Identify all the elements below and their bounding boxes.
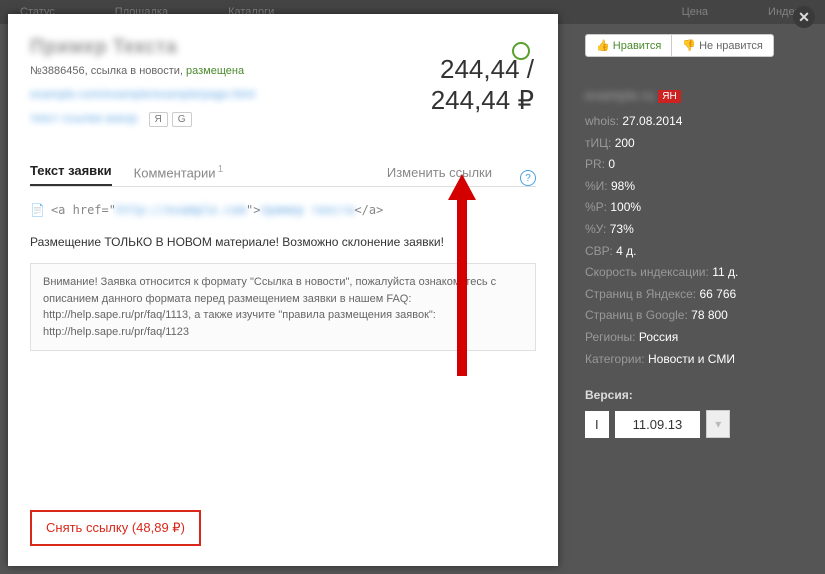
site-title-row: example.ru ЯН [585, 87, 803, 103]
side-panel: Нравится Не нравится example.ru ЯН whois:… [575, 24, 813, 448]
site-name: example.ru [585, 87, 654, 103]
google-pages-value: 78 800 [691, 308, 728, 322]
pi-value: 98% [611, 179, 635, 193]
regions-value: Россия [639, 330, 678, 344]
tab-request-text[interactable]: Текст заявки [30, 157, 112, 186]
version-dropdown-icon[interactable]: ▾ [706, 410, 730, 438]
tic-value: 200 [615, 136, 635, 150]
pp-value: 100% [610, 200, 641, 214]
regions-label: Регионы: [585, 330, 636, 344]
code-close: </a> [354, 203, 383, 217]
code-snippet: 📄 <a href="http://example.com">пример тек… [30, 203, 536, 217]
yandex-pages-label: Страниц в Яндексе: [585, 287, 696, 301]
svr-label: СВР: [585, 244, 613, 258]
code-mid: "> [246, 203, 260, 217]
pr-label: PR: [585, 157, 605, 171]
pp-label: %P: [585, 200, 607, 214]
like-group: Нравится Не нравится [585, 34, 774, 57]
modal-panel: Пример Текста №3886456, ссылка в новости… [8, 14, 558, 566]
url-text[interactable]: example.com/example/example/page.html [30, 87, 255, 101]
copy-icon[interactable]: 📄 [30, 203, 45, 217]
google-pages-label: Страниц в Google: [585, 308, 688, 322]
code-open: <a href=" [51, 203, 116, 217]
comments-count: 1 [218, 164, 224, 175]
code-anchor: пример текста [260, 203, 354, 217]
version-label: Версия: [585, 388, 803, 402]
request-id: №3886456, [30, 65, 91, 77]
version-date: 11.09.13 [615, 411, 701, 438]
svr-value: 4 д. [616, 244, 636, 258]
yandex-chip[interactable]: Я [149, 112, 168, 127]
whois-label: whois: [585, 114, 619, 128]
remove-link-button[interactable]: Снять ссылку (48,89 ₽) [30, 510, 201, 546]
yandex-pages-value: 66 766 [699, 287, 736, 301]
pr-value: 0 [608, 157, 615, 171]
col-price: Цена [682, 6, 708, 18]
tab-comments[interactable]: Комментарии1 [134, 158, 223, 186]
whois-value: 27.08.2014 [622, 114, 682, 128]
anchor-text[interactable]: текст ссылки анкор [30, 111, 137, 125]
version-index: I [585, 411, 609, 438]
like-button[interactable]: Нравится [586, 35, 672, 56]
warning-box: Внимание! Заявка относится к формату "Сс… [30, 263, 536, 351]
categories-label: Категории: [585, 352, 645, 366]
yan-badge: ЯН [658, 90, 680, 103]
link-type: ссылка в новости, [91, 65, 186, 77]
price-total: 244,44 ₽ [431, 85, 534, 116]
placement-note: Размещение ТОЛЬКО В НОВОМ материале! Воз… [30, 235, 536, 249]
pi-label: %И: [585, 179, 608, 193]
status-text: размещена [186, 65, 244, 77]
google-chip[interactable]: G [172, 112, 192, 127]
stats-block: whois: 27.08.2014 тИЦ: 200 PR: 0 %И: 98%… [585, 111, 803, 370]
price-block: 244,44 / 244,44 ₽ [431, 54, 534, 116]
idx-value: 11 д. [712, 265, 738, 279]
py-label: %У: [585, 222, 606, 236]
help-icon[interactable]: ? [520, 170, 536, 186]
price-amount: 244,44 / [431, 54, 534, 85]
py-value: 73% [610, 222, 634, 236]
code-href: http://example.com [116, 203, 246, 217]
dislike-button[interactable]: Не нравится [672, 35, 773, 56]
version-selector: I 11.09.13 ▾ [585, 410, 803, 438]
categories-value: Новости и СМИ [648, 352, 735, 366]
tabs-bar: Текст заявки Комментарии1 Изменить ссылк… [30, 157, 536, 187]
idx-label: Скорость индексации: [585, 265, 709, 279]
tab-change-links[interactable]: Изменить ссылки [387, 159, 492, 186]
tab-comments-label: Комментарии [134, 165, 216, 180]
tic-label: тИЦ: [585, 136, 611, 150]
